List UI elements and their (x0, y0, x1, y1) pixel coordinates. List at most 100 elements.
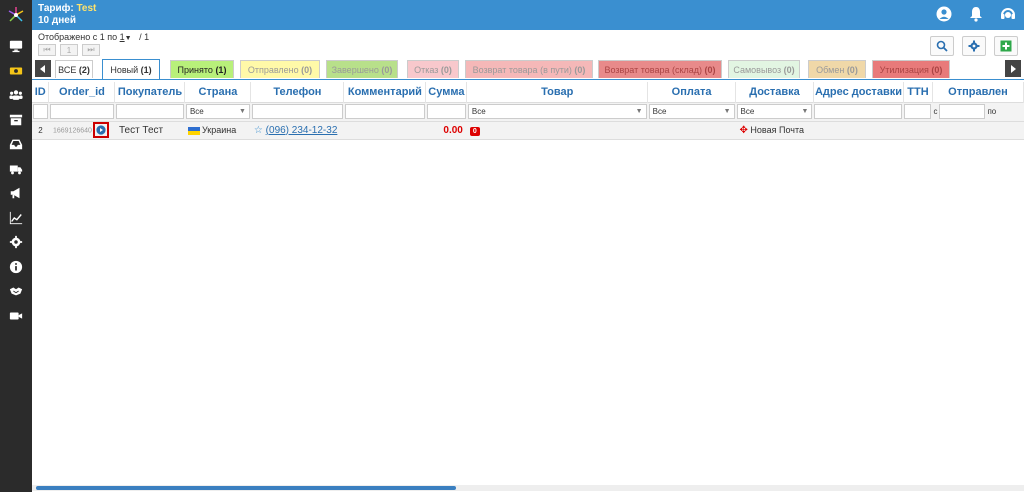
sidebar (0, 0, 32, 492)
users-icon[interactable] (0, 83, 32, 108)
row-payment (647, 121, 736, 140)
col-ttn[interactable]: ТТН (903, 82, 933, 102)
gear-icon[interactable] (0, 230, 32, 255)
filter-address-input[interactable] (814, 104, 903, 119)
tariff-info: Тариф: Test 10 дней (38, 3, 96, 27)
truck-icon[interactable] (0, 157, 32, 182)
pagination-total: / 1 (139, 32, 150, 42)
row-phone-link[interactable]: (096) 234-12-32 (266, 125, 338, 136)
row-order-id: 1669126640 (52, 127, 92, 135)
goods-count-badge[interactable]: 0 (469, 126, 480, 136)
video-icon[interactable] (0, 304, 32, 329)
pager-buttons: ⏮ 1 ⏭ (38, 44, 100, 56)
col-sum[interactable]: Сумма (425, 82, 468, 102)
play-icon (96, 125, 106, 135)
bell-icon[interactable] (968, 6, 984, 22)
col-country[interactable]: Страна (184, 82, 252, 102)
tab-new[interactable]: Новый (1) (102, 59, 160, 79)
tab-disposal[interactable]: Утилизация (0) (872, 60, 950, 78)
col-order-id[interactable]: Order_id (48, 82, 116, 102)
tariff-label: Тариф: (38, 3, 74, 14)
tabs-underline (32, 79, 1024, 80)
row-ttn (903, 121, 933, 140)
settings-button[interactable] (962, 36, 986, 56)
tab-sent[interactable]: Отправлено (0) (240, 60, 320, 78)
tab-return-warehouse[interactable]: Возврат товара (склад) (0) (598, 60, 722, 78)
handshake-icon[interactable] (0, 279, 32, 304)
col-sent[interactable]: Отправлен (932, 82, 1024, 102)
top-bar: Тариф: Test 10 дней (32, 0, 1024, 30)
filter-delivery-select[interactable]: Все ▼ (736, 104, 813, 119)
row-address (813, 121, 904, 140)
col-address[interactable]: Адрес доставки (813, 82, 904, 102)
filter-payment-select[interactable]: Все ▼ (648, 104, 735, 119)
tabs-scroll-right-icon[interactable] (1005, 60, 1021, 77)
table-header-row: ID Order_id Покупатель Страна Телефон Ко… (32, 82, 1024, 102)
tariff-plan: Test (76, 3, 97, 14)
col-delivery[interactable]: Доставка (735, 82, 814, 102)
caret-down-icon: ▼ (801, 108, 809, 115)
tab-pickup[interactable]: Самовывоз (0) (728, 60, 800, 78)
open-order-button[interactable] (92, 122, 109, 138)
caret-down-icon: ▼ (238, 108, 246, 115)
monitor-icon[interactable] (0, 34, 32, 59)
col-comment[interactable]: Комментарий (343, 82, 427, 102)
orders-table: ID Order_id Покупатель Страна Телефон Ко… (32, 82, 1024, 140)
row-sent (932, 121, 1024, 140)
pagination-info: Отображено с 1 по 1▼ / 1 (38, 32, 149, 42)
app-logo-icon[interactable] (0, 0, 32, 30)
col-buyer[interactable]: Покупатель (114, 82, 186, 102)
col-id[interactable]: ID (32, 82, 50, 102)
tab-all[interactable]: ВСЕ (2) (55, 60, 93, 78)
tab-completed[interactable]: Завершено (0) (326, 60, 398, 78)
filter-sent-range: с по (933, 104, 1022, 119)
shown-prefix: Отображено с 1 по (38, 32, 118, 42)
filter-comment-input[interactable] (344, 104, 425, 119)
tab-return-transit[interactable]: Возврат товара (в пути) (0) (465, 60, 593, 78)
info-icon[interactable] (0, 255, 32, 280)
plus-icon (1000, 40, 1012, 52)
row-buyer: Тест Тест (114, 121, 185, 140)
cash-icon[interactable] (0, 59, 32, 84)
status-tabs: ВСЕ (2) Новый (1) Принято (1) Отправлено… (32, 59, 1024, 79)
first-page-icon[interactable]: ⏮ (38, 44, 56, 56)
horizontal-scrollbar[interactable] (36, 486, 456, 490)
tabs-scroll-left-icon[interactable] (35, 60, 51, 77)
tab-exchange[interactable]: Обмен (0) (808, 60, 866, 78)
col-goods[interactable]: Товар (466, 82, 649, 102)
filter-buyer-input[interactable] (115, 104, 184, 119)
filter-sent-from-input[interactable] (939, 104, 986, 119)
filter-sum-input[interactable] (426, 104, 466, 119)
last-page-icon[interactable]: ⏭ (82, 44, 100, 56)
row-delivery: Новая Почта (750, 124, 804, 135)
megaphone-icon[interactable] (0, 181, 32, 206)
current-page-button[interactable]: 1 (60, 44, 78, 56)
user-account-icon[interactable] (936, 6, 952, 22)
col-phone[interactable]: Телефон (250, 82, 345, 102)
inbox-icon[interactable] (0, 132, 32, 157)
filter-row: Все ▼ Все ▼ Все ▼ Все ▼ с по (32, 101, 1024, 122)
tab-rejected[interactable]: Отказ (0) (407, 60, 459, 78)
toolbar (930, 36, 1018, 56)
chart-icon[interactable] (0, 206, 32, 231)
table-row[interactable]: 2 1669126640 Тест Тест Украина ☆ (096) 2… (32, 121, 1024, 140)
col-payment[interactable]: Оплата (647, 82, 737, 102)
archive-icon[interactable] (0, 108, 32, 133)
filter-phone-input[interactable] (251, 104, 343, 119)
filter-id-input[interactable] (33, 104, 48, 119)
tab-accepted[interactable]: Принято (1) (170, 60, 234, 78)
star-icon: ☆ (253, 124, 263, 136)
add-order-button[interactable] (994, 36, 1018, 56)
filter-ttn-input[interactable] (904, 104, 932, 119)
row-country: Украина (201, 125, 237, 135)
gear-icon (968, 40, 980, 52)
chevron-down-icon[interactable]: ▼ (125, 35, 132, 42)
caret-down-icon: ▼ (723, 108, 731, 115)
filter-country-select[interactable]: Все ▼ (185, 104, 250, 119)
filter-order-id-input[interactable] (49, 104, 114, 119)
row-sum: 0.00 (425, 121, 467, 140)
search-button[interactable] (930, 36, 954, 56)
row-id: 2 (32, 121, 49, 140)
support-headset-icon[interactable] (1000, 6, 1016, 22)
filter-goods-select[interactable]: Все ▼ (467, 104, 647, 119)
